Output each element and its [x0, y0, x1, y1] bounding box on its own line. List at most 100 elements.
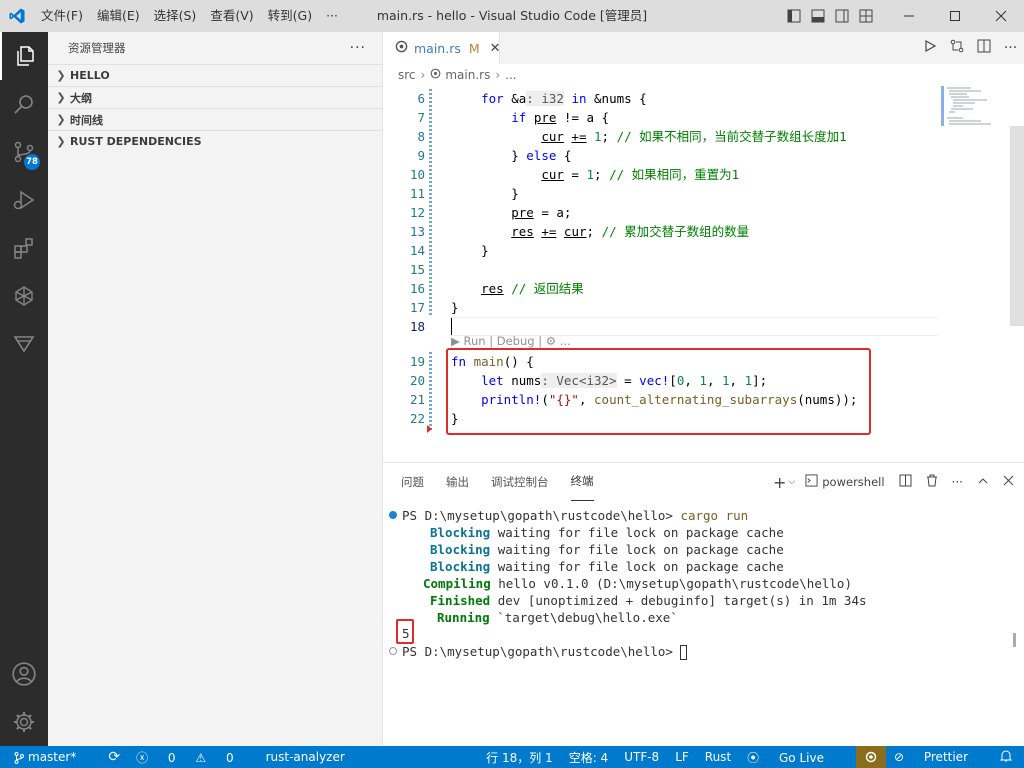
extensions-icon[interactable]	[0, 224, 48, 272]
toggle-primary-sidebar-icon[interactable]	[782, 0, 806, 32]
remote-explorer-icon[interactable]	[0, 272, 48, 320]
code-line: cur += 1; // 如果不相同，当前交替子数组长度加1	[541, 129, 847, 144]
open-changes-icon[interactable]	[943, 39, 970, 57]
menu-file[interactable]: 文件(F)	[34, 0, 90, 32]
terminal-line: PS D:\mysetup\gopath\rustcode\hello> car…	[402, 508, 749, 523]
go-live-button[interactable]: ⦿ Go Live	[747, 749, 840, 766]
source-control-badge: 78	[24, 154, 40, 170]
line-number: 12	[409, 205, 425, 220]
activity-bar: 78	[0, 32, 48, 746]
code-line: }	[451, 243, 489, 258]
tab-debug-console[interactable]: 调试控制台	[491, 463, 549, 501]
line-number: 14	[409, 243, 425, 258]
breadcrumb-symbol[interactable]: ...	[505, 68, 516, 82]
more-actions-icon[interactable]: ···	[997, 40, 1024, 56]
section-label: 大纲	[70, 91, 92, 105]
explorer-more-actions[interactable]: ···	[350, 40, 366, 56]
line-number: 20	[409, 373, 425, 388]
modified-indicator: M	[468, 40, 480, 56]
status-bar: master* ⟳ ⓧ 0 ⚠ 0 rust-analyzer 行 18，列 1…	[0, 746, 1024, 768]
terminal-line: Running `target\debug\hello.exe`	[437, 610, 678, 625]
split-editor-icon[interactable]	[970, 39, 997, 57]
terminal-icon	[805, 474, 818, 490]
menu-more[interactable]: ···	[319, 0, 345, 32]
code-line: for &a: i32 in &nums {	[481, 91, 647, 106]
rust-gear-icon[interactable]	[855, 746, 886, 768]
section-hello[interactable]: ❯ HELLO	[48, 64, 382, 86]
terminal-shell-name[interactable]: powershell	[822, 475, 884, 489]
more-actions-icon[interactable]: ···	[952, 475, 963, 489]
tab-filename: main.rs	[414, 40, 461, 56]
account-icon[interactable]	[0, 650, 48, 698]
maximize-icon[interactable]	[932, 0, 978, 32]
line-number: 11	[409, 186, 425, 201]
git-deleted-marker	[427, 425, 432, 433]
rust-file-icon	[430, 68, 441, 82]
tab-main-rs[interactable]: main.rs M ✕	[383, 32, 501, 64]
editor-tabs: main.rs M ✕ ···	[383, 32, 1024, 64]
toggle-panel-icon[interactable]	[806, 0, 830, 32]
code-editor[interactable]: 6 7 8 9 10 11 12 13 14 15 16 17 18 19 20…	[383, 86, 1024, 462]
line-number: 10	[409, 167, 425, 182]
terminal-line: Blocking waiting for file lock on packag…	[430, 542, 784, 557]
highlight-box-output	[396, 619, 414, 644]
chevron-down-icon[interactable]: ⌵	[788, 477, 795, 487]
cursor-position[interactable]: 行 18，列 1	[486, 749, 553, 766]
terminal-scrollbar[interactable]	[1013, 633, 1016, 647]
language-mode[interactable]: Rust	[705, 750, 731, 764]
tab-problems[interactable]: 问题	[401, 463, 424, 501]
chevron-right-icon: ❯	[56, 113, 66, 126]
trash-icon[interactable]	[926, 474, 938, 490]
command-pending-dot	[389, 647, 397, 655]
close-panel-icon[interactable]	[1003, 475, 1014, 489]
customize-layout-icon[interactable]	[854, 0, 878, 32]
rust-analyzer-status[interactable]: rust-analyzer	[266, 750, 345, 764]
command-success-dot	[389, 511, 397, 519]
tab-output[interactable]: 输出	[446, 463, 469, 501]
sync-icon[interactable]: ⟳	[108, 749, 120, 765]
code-line: cur = 1; // 如果相同，重置为1	[541, 167, 740, 182]
close-window-icon[interactable]	[978, 0, 1024, 32]
settings-gear-icon[interactable]	[0, 698, 48, 746]
menu-go[interactable]: 转到(G)	[261, 0, 319, 32]
title-bar: 文件(F) 编辑(E) 选择(S) 查看(V) 转到(G) ··· main.r…	[0, 0, 1024, 32]
minimize-icon[interactable]	[886, 0, 932, 32]
terminal-prompt[interactable]: PS D:\mysetup\gopath\rustcode\hello>	[402, 643, 688, 660]
editor-scrollbar[interactable]	[1010, 126, 1024, 326]
line-number: 17	[409, 300, 425, 315]
explorer-icon[interactable]	[0, 32, 48, 80]
run-debug-icon[interactable]	[0, 176, 48, 224]
close-tab-icon[interactable]: ✕	[490, 41, 501, 56]
problems-indicator[interactable]: ⓧ 0 ⚠ 0	[136, 749, 250, 766]
chevron-right-icon: ❯	[56, 135, 66, 148]
prettier-status[interactable]: ⊘ Prettier	[894, 750, 984, 764]
terminal-line: Finished dev [unoptimized + debuginfo] t…	[430, 593, 867, 608]
section-rust-dependencies[interactable]: ❯ RUST DEPENDENCIES	[48, 130, 382, 152]
new-terminal-icon[interactable]: +	[773, 473, 786, 492]
highlight-box-main-function	[446, 348, 871, 435]
encoding[interactable]: UTF-8	[624, 750, 659, 764]
toggle-secondary-sidebar-icon[interactable]	[830, 0, 854, 32]
minimap[interactable]	[941, 86, 997, 126]
menu-view[interactable]: 查看(V)	[203, 0, 260, 32]
terminal-line: Blocking waiting for file lock on packag…	[430, 559, 784, 574]
section-timeline[interactable]: ❯ 时间线	[48, 108, 382, 130]
split-terminal-icon[interactable]	[899, 474, 912, 490]
breadcrumb-src[interactable]: src	[398, 68, 416, 82]
breadcrumb-file[interactable]: main.rs	[445, 68, 490, 82]
run-code-icon[interactable]	[916, 39, 943, 56]
code-line: res // 返回结果	[481, 281, 584, 296]
indentation[interactable]: 空格: 4	[569, 749, 609, 766]
menu-selection[interactable]: 选择(S)	[147, 0, 204, 32]
maximize-panel-icon[interactable]	[977, 475, 989, 490]
git-branch[interactable]: master*	[14, 750, 92, 764]
filter-icon[interactable]	[0, 320, 48, 368]
end-of-line[interactable]: LF	[675, 750, 689, 764]
source-control-icon[interactable]: 78	[0, 128, 48, 176]
tab-terminal[interactable]: 终端	[570, 463, 594, 501]
run-debug-codelens[interactable]: ▶ Run | Debug | ⚙ ...	[451, 334, 571, 348]
menu-edit[interactable]: 编辑(E)	[90, 0, 147, 32]
notifications-bell-icon[interactable]	[999, 749, 1013, 765]
section-outline[interactable]: ❯ 大纲	[48, 86, 382, 108]
search-icon[interactable]	[0, 80, 48, 128]
